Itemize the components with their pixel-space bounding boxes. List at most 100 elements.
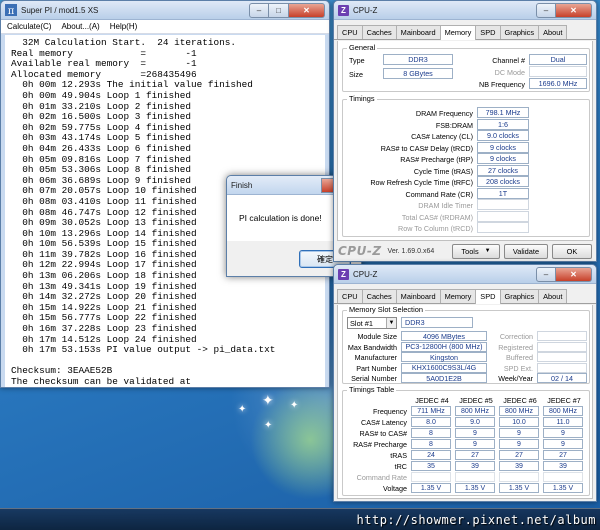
- timings-column-header: JEDEC #5: [459, 396, 493, 405]
- general-group: General Type DDR3 Size 8 GBytes Channel …: [342, 43, 590, 92]
- spd-field-label: Max Bandwidth: [347, 342, 397, 352]
- slot-selection-label: Memory Slot Selection: [347, 305, 425, 314]
- cpuz-titlebar[interactable]: Z CPU-Z ‒ ✕: [334, 265, 596, 284]
- timings-cell: 8.0: [411, 417, 451, 427]
- minimize-button[interactable]: ‒: [536, 266, 556, 282]
- cpuz-logo: CPU-Z: [338, 244, 382, 258]
- maximize-button[interactable]: □: [269, 2, 289, 18]
- menu-item[interactable]: Calculate(C): [7, 22, 51, 31]
- timings-row-label: Voltage: [383, 484, 407, 493]
- tab-memory[interactable]: Memory: [439, 25, 477, 40]
- tab-about[interactable]: About: [538, 289, 568, 303]
- timings-cell: 1.35 V: [411, 483, 451, 493]
- tools-button[interactable]: Tools ▼: [452, 243, 500, 259]
- timing-label: DRAM Frequency: [415, 109, 473, 118]
- cpuz-spd-window: Z CPU-Z ‒ ✕ CPU Caches Mainboard Memory SPD G…: [333, 264, 597, 502]
- timing-label: RAS# Precharge (tRP): [400, 155, 473, 164]
- superpi-titlebar[interactable]: π Super PI / mod1.5 XS ‒ □ ✕: [1, 1, 329, 20]
- tab-caches[interactable]: Caches: [361, 289, 397, 303]
- slot-select[interactable]: Slot #1 ▼: [347, 317, 397, 329]
- tab-graphics[interactable]: Graphics: [499, 25, 540, 39]
- window-title: Super PI / mod1.5 XS: [21, 5, 99, 15]
- timings-cell: 39: [499, 461, 539, 471]
- timings-cell: 27: [455, 450, 495, 460]
- timing-value: 1:6: [477, 118, 529, 130]
- tools-label: Tools: [461, 246, 479, 256]
- tab-memory[interactable]: Memory: [439, 289, 477, 303]
- spd-field-label: Registered: [498, 342, 533, 352]
- timings-cell: 9: [499, 428, 539, 438]
- channel-label: Channel #: [492, 56, 525, 65]
- timing-value: [477, 210, 529, 222]
- close-button[interactable]: ✕: [556, 2, 592, 18]
- spd-field-value: PC3-12800H (800 MHz): [401, 341, 487, 352]
- timing-value: 9.0 clocks: [477, 130, 529, 141]
- spd-field-value: 02 / 14: [537, 373, 587, 383]
- ok-button[interactable]: OK: [552, 243, 592, 259]
- tab-about[interactable]: About: [538, 25, 568, 39]
- slot-type-value: DDR3: [401, 317, 473, 328]
- tab-caches[interactable]: Caches: [361, 25, 397, 39]
- timings-cell: 9: [455, 439, 495, 449]
- timings-cell: 1.35 V: [543, 483, 583, 493]
- type-label: Type: [349, 56, 365, 65]
- spd-panel: Memory Slot Selection Slot #1 ▼ DDR3 Mod…: [337, 305, 593, 499]
- tab-graphics[interactable]: Graphics: [499, 289, 540, 303]
- spd-field-label: Serial Number: [351, 374, 397, 383]
- minimize-button[interactable]: ‒: [249, 2, 269, 18]
- spd-field-label: Correction: [499, 332, 533, 341]
- menubar: Calculate(C) About...(A) Help(H): [1, 20, 329, 34]
- close-button[interactable]: ✕: [289, 2, 325, 18]
- tab-spd[interactable]: SPD: [475, 25, 501, 39]
- console-line: 0h 00m 49.904s Loop 1 finished: [11, 89, 192, 101]
- timing-label: Row Refresh Cycle Time (tRFC): [370, 178, 473, 187]
- timings-row-label: Frequency: [373, 407, 407, 416]
- spd-field-label: SPD Ext.: [503, 363, 533, 373]
- timings-column-header: JEDEC #7: [547, 396, 581, 405]
- timings-cell: 9: [543, 428, 583, 438]
- minimize-button[interactable]: ‒: [536, 2, 556, 18]
- timings-table-label: Timings Table: [347, 385, 397, 394]
- timing-value: 27 clocks: [477, 164, 529, 176]
- spd-field-value: 5A0D1E2B: [401, 373, 487, 383]
- timings-cell: 9: [543, 439, 583, 449]
- timings-cell: 1.35 V: [455, 483, 495, 493]
- timings-cell: 8: [411, 439, 451, 449]
- spd-field-label: Module Size: [357, 332, 397, 341]
- version-text: Ver. 1.69.0.x64: [387, 247, 435, 255]
- close-button[interactable]: ✕: [556, 266, 592, 282]
- menu-item[interactable]: Help(H): [110, 22, 138, 31]
- size-value: 8 GBytes: [383, 68, 453, 79]
- spd-field-value: [537, 331, 587, 341]
- tab-cpu[interactable]: CPU: [337, 25, 363, 39]
- tab-cpu[interactable]: CPU: [337, 289, 363, 303]
- cpuz-memory-window: Z CPU-Z ‒ ✕ CPU Caches Mainboard Memory SPD G…: [333, 0, 597, 262]
- sparkle-icon: ✦: [238, 404, 247, 415]
- timings-group: Timings DRAM Frequency 798.1 MHz FSB:DRAM 1…: [342, 94, 590, 237]
- timings-cell: 11.0: [543, 417, 583, 427]
- size-label: Size: [349, 70, 363, 79]
- timings-cell: 9: [455, 428, 495, 438]
- timings-row-label: Command Rate: [356, 473, 407, 482]
- validate-button[interactable]: Validate: [504, 243, 548, 259]
- tab-mainboard[interactable]: Mainboard: [395, 289, 441, 303]
- dcmode-value: [529, 66, 587, 77]
- menu-item[interactable]: About...(A): [61, 22, 99, 31]
- timing-label: FSB:DRAM: [435, 120, 473, 130]
- timings-cell: 711 MHz: [411, 406, 451, 416]
- cpuz-app-icon: Z: [338, 4, 349, 16]
- timings-row-label: tRC: [394, 462, 407, 471]
- timing-value: 1T: [477, 187, 529, 199]
- tab-mainboard[interactable]: Mainboard: [395, 25, 441, 39]
- cpuz-titlebar[interactable]: Z CPU-Z ‒ ✕: [334, 1, 596, 20]
- timings-label: Timings: [347, 94, 377, 103]
- tab-spd[interactable]: SPD: [475, 289, 501, 304]
- timings-cell: 27: [499, 450, 539, 460]
- chevron-down-icon: ▼: [386, 318, 396, 328]
- timings-row-label: RAS# Precharge: [353, 440, 407, 449]
- timing-label: Cycle Time (tRAS): [413, 166, 473, 176]
- timings-cell: 8: [411, 428, 451, 438]
- dialog-message: PI calculation is done!: [239, 213, 322, 223]
- timings-cell: [543, 472, 583, 482]
- timing-label: DRAM Idle Timer: [418, 201, 473, 210]
